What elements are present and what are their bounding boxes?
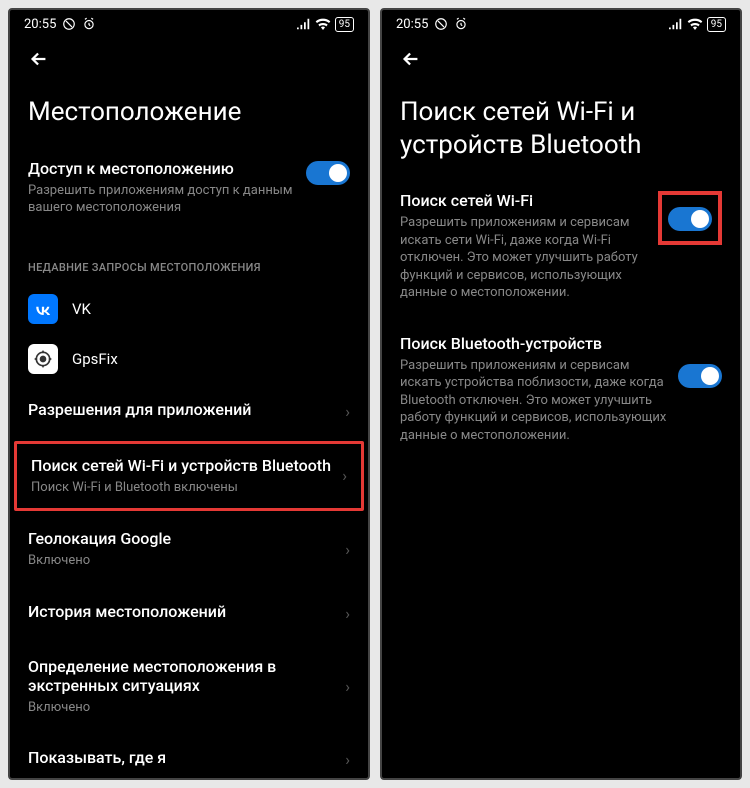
- app-permissions-row[interactable]: Разрешения для приложений ›: [10, 384, 368, 439]
- back-button[interactable]: [28, 48, 50, 70]
- row-title: Геолокация Google: [28, 529, 335, 548]
- location-access-row[interactable]: Доступ к местоположению Разрешить прилож…: [28, 149, 350, 231]
- chevron-right-icon: ›: [345, 540, 350, 559]
- recent-requests-label: НЕДАВНИЕ ЗАПРОСЫ МЕСТОПОЛОЖЕНИЯ: [10, 231, 368, 284]
- bt-scanning-row[interactable]: Поиск Bluetooth-устройств Разрешить прил…: [400, 316, 722, 459]
- chevron-right-icon: ›: [342, 466, 347, 485]
- app-row-gpsfix[interactable]: GpsFix: [10, 334, 368, 384]
- app-row-vk[interactable]: VK: [10, 284, 368, 334]
- chevron-right-icon: ›: [345, 750, 350, 769]
- row-title: Показывать, где я: [28, 748, 335, 767]
- battery-icon: 95: [335, 17, 354, 32]
- row-title: Поиск сетей Wi-Fi и устройств Bluetooth: [31, 456, 332, 475]
- bt-scanning-title: Поиск Bluetooth-устройств: [400, 334, 668, 353]
- wifi-scanning-toggle[interactable]: [668, 207, 712, 231]
- page-title: Местоположение: [10, 82, 368, 149]
- app-name: GpsFix: [72, 350, 118, 368]
- wifi-bt-scanning-row[interactable]: Поиск сетей Wi-Fi и устройств Bluetooth …: [14, 441, 364, 512]
- wifi-icon: [687, 18, 703, 30]
- row-sub: Включено: [28, 552, 335, 570]
- wifi-icon: [315, 18, 331, 30]
- alarm-icon: [82, 17, 96, 31]
- location-access-title: Доступ к местоположению: [28, 159, 296, 178]
- wifi-toggle-highlight: [658, 191, 722, 245]
- location-access-sub: Разрешить приложениям доступ к данным ва…: [28, 182, 296, 217]
- status-time: 20:55: [24, 17, 56, 32]
- bt-scanning-toggle[interactable]: [678, 364, 722, 388]
- battery-icon: 95: [707, 17, 726, 32]
- phone-left: 20:55 95 Местоположение: [8, 8, 370, 780]
- bt-scanning-sub: Разрешить приложениям и сервисам искать …: [400, 357, 668, 445]
- alarm-icon: [454, 17, 468, 31]
- status-bar: 20:55 95: [382, 10, 740, 38]
- chevron-right-icon: ›: [345, 677, 350, 696]
- location-history-row[interactable]: История местоположений ›: [10, 586, 368, 641]
- content: Доступ к местоположению Разрешить прилож…: [10, 149, 368, 779]
- show-where-row[interactable]: Показывать, где я ›: [10, 732, 368, 778]
- wifi-scanning-row[interactable]: Поиск сетей Wi-Fi Разрешить приложениям …: [400, 181, 722, 316]
- wifi-scanning-title: Поиск сетей Wi-Fi: [400, 191, 648, 210]
- google-location-row[interactable]: Геолокация Google Включено ›: [10, 513, 368, 586]
- chevron-right-icon: ›: [345, 604, 350, 623]
- signal-icon: [297, 18, 311, 30]
- phone-right: 20:55 95 Поиск сетей Wi-Fi и устройств B…: [380, 8, 742, 780]
- header: [10, 38, 368, 82]
- app-name: VK: [72, 300, 91, 318]
- emergency-location-row[interactable]: Определение местоположения в экстренных …: [10, 641, 368, 733]
- row-sub: Поиск Wi-Fi и Bluetooth включены: [31, 479, 332, 497]
- row-title: Разрешения для приложений: [28, 400, 335, 419]
- chevron-right-icon: ›: [345, 402, 350, 421]
- row-title: Определение местоположения в экстренных …: [28, 657, 335, 695]
- status-bar: 20:55 95: [10, 10, 368, 38]
- gpsfix-icon: [28, 344, 58, 374]
- wifi-scanning-sub: Разрешить приложениям и сервисам искать …: [400, 214, 648, 302]
- signal-icon: [669, 18, 683, 30]
- row-title: История местоположений: [28, 602, 335, 621]
- page-title: Поиск сетей Wi-Fi и устройств Bluetooth: [382, 82, 740, 181]
- content: Поиск сетей Wi-Fi Разрешить приложениям …: [382, 181, 740, 778]
- dnd-icon: [434, 17, 448, 31]
- row-sub: Включено: [28, 699, 335, 717]
- back-button[interactable]: [400, 48, 422, 70]
- dnd-icon: [62, 17, 76, 31]
- header: [382, 38, 740, 82]
- location-access-toggle[interactable]: [306, 161, 350, 185]
- status-time: 20:55: [396, 17, 428, 32]
- vk-icon: [28, 294, 58, 324]
